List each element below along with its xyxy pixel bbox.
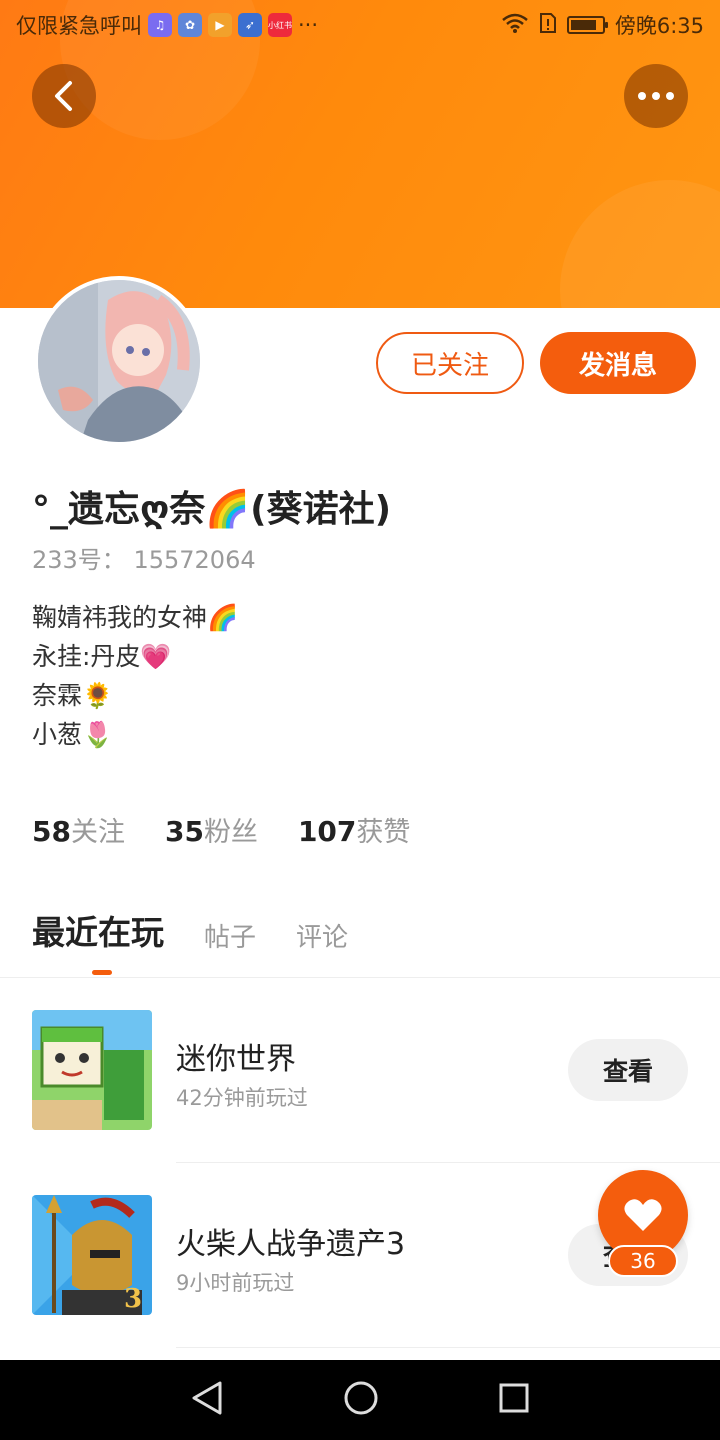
bio-line: 鞠婧祎我的女神🌈 [32,603,239,632]
view-button[interactable]: 查看 [568,1039,688,1101]
feather-icon: ➶ [238,13,262,37]
heart-icon [624,1199,662,1231]
like-count-badge: 36 [608,1245,678,1277]
avatar[interactable] [34,276,204,446]
status-bar: 仅限紧急呼叫 ♫ ✿ ▶ ➶ 小红书 ··· 傍晚6:35 [0,0,720,50]
paw-icon: ✿ [178,13,202,37]
more-button[interactable] [624,64,688,128]
profile-stats: 58关注 35粉丝 107获赞 [32,810,410,849]
circle-home-icon[interactable] [343,1380,379,1420]
likes-stat[interactable]: 107获赞 [298,810,410,849]
svg-text:3: 3 [124,1284,142,1314]
tab-recently-played[interactable]: 最近在玩 [32,906,164,954]
fans-stat[interactable]: 35粉丝 [165,810,258,849]
carrier-text: 仅限紧急呼叫 [16,14,142,38]
banner-decoration [560,180,720,308]
battery-icon [566,16,608,34]
username: °_遗忘ღ奈🌈(葵诺社) [32,489,392,530]
send-message-button[interactable]: 发消息 [540,332,696,394]
more-horizontal-icon [638,92,674,100]
bio-line: 永挂:丹皮💗 [32,642,172,671]
wifi-icon [501,12,529,39]
game-name: 迷你世界 [176,1042,296,1077]
bio: 鞠婧祎我的女神🌈 永挂:丹皮💗 奈霖🌻 小葱🌷 [32,598,238,754]
sim-alert-icon [539,12,557,39]
game-icon-stick-war: 3 [32,1195,152,1315]
system-nav-bar [0,1360,720,1440]
game-last-played: 9小时前玩过 [176,1271,295,1295]
divider [176,1347,720,1348]
user-id: 233号： 15572064 [32,540,256,575]
user-id-value: 15572064 [133,546,256,574]
game-icon-mini-world [32,1010,152,1130]
user-id-label: 233号： [32,546,126,574]
play-icon: ▶ [208,13,232,37]
clock: 傍晚6:35 [614,14,704,38]
tab-comments[interactable]: 评论 [296,917,348,954]
music-icon: ♫ [148,13,172,37]
list-item[interactable]: 迷你世界 42分钟前玩过 查看 [0,978,720,1164]
back-button[interactable] [32,64,96,128]
bio-line: 小葱🌷 [32,720,114,749]
chevron-left-icon [55,81,72,111]
triangle-back-icon[interactable] [190,1380,224,1420]
game-last-played: 42分钟前玩过 [176,1086,308,1110]
tab-posts[interactable]: 帖子 [204,917,256,954]
square-recent-icon[interactable] [498,1382,530,1418]
avatar-image [38,280,200,442]
xiaohongshu-icon: 小红书 [268,13,292,37]
more-notifications: ··· [298,13,319,37]
profile-tabs: 最近在玩 帖子 评论 [32,906,348,954]
followed-button[interactable]: 已关注 [376,332,524,394]
following-stat[interactable]: 58关注 [32,810,125,849]
bio-line: 奈霖🌻 [32,681,114,710]
game-name: 火柴人战争遗产3 [176,1227,406,1262]
active-tab-indicator [92,970,112,975]
